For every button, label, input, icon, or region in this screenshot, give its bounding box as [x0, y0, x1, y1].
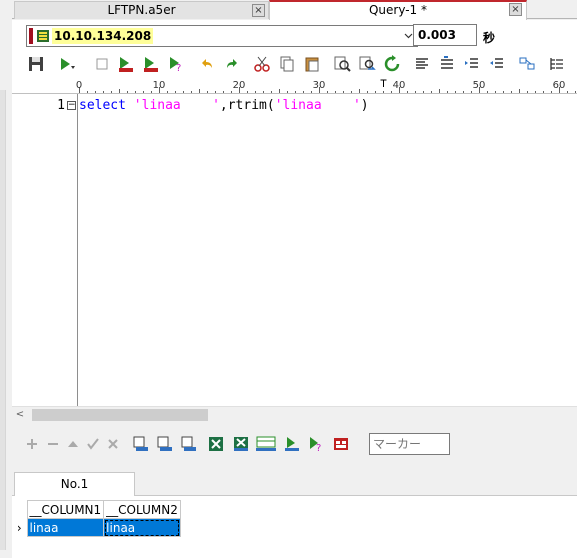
svg-text:?: ?: [316, 443, 321, 452]
header-row: __COLUMN1 __COLUMN2: [12, 500, 181, 519]
tab-lftpn-close-icon[interactable]: ×: [252, 4, 265, 17]
export-csv-grid-icon[interactable]: [133, 436, 149, 454]
code-token: 'linaa ': [274, 98, 361, 113]
result-grid[interactable]: __COLUMN1 __COLUMN2 › linaa linaa: [12, 496, 577, 558]
delete-row-icon[interactable]: [45, 436, 61, 454]
corner-cell: [12, 500, 27, 519]
elapsed-time: 0.003: [413, 24, 477, 46]
current-row-indicator: ›: [12, 518, 27, 537]
column-ruler: 0 10 20 30 40 50 60: [12, 78, 577, 94]
table-row[interactable]: › linaa linaa: [12, 518, 181, 537]
refresh-icon[interactable]: [383, 55, 401, 75]
connection-select[interactable]: 10.10.134.208: [26, 25, 418, 47]
export-tsv-grid-icon[interactable]: [157, 436, 173, 454]
undo-icon[interactable]: [198, 55, 216, 75]
cut-icon[interactable]: [253, 55, 271, 75]
result-tabs: No.1: [12, 472, 577, 496]
code-token: ): [360, 98, 369, 113]
tab-lftpn[interactable]: LFTPN.a5er ×: [14, 1, 269, 19]
left-panel-edge: [0, 90, 6, 550]
run-icon[interactable]: [57, 55, 75, 75]
add-row-icon[interactable]: [24, 436, 40, 454]
unindent-icon[interactable]: [488, 55, 506, 75]
ruler-label: 10: [153, 80, 166, 91]
tab-result-1[interactable]: No.1: [14, 472, 135, 496]
export-a5m-icon[interactable]: [117, 55, 135, 75]
form-view-icon[interactable]: [333, 436, 349, 454]
chevron-down-icon[interactable]: [404, 31, 413, 40]
tab-query-1-close-icon[interactable]: ×: [509, 3, 522, 16]
move-up-icon[interactable]: [65, 436, 81, 454]
paste-icon[interactable]: [303, 55, 321, 75]
fold-toggle-icon[interactable]: −: [67, 101, 76, 110]
document-tabs: LFTPN.a5er × Query-1 * ×: [12, 0, 577, 20]
column-header[interactable]: __COLUMN2: [103, 500, 181, 519]
sql-editor[interactable]: 1 − select 'linaa ',rtrim('linaa '): [12, 94, 577, 406]
code-line[interactable]: select 'linaa ',rtrim('linaa '): [79, 98, 369, 114]
cancel-icon[interactable]: [105, 436, 121, 454]
line-gutter: 1 −: [12, 94, 78, 406]
connection-address: 10.10.134.208: [52, 28, 154, 44]
left-strip: [0, 0, 12, 558]
grid-toolbar: ?: [12, 424, 577, 464]
ruler-label: 20: [233, 80, 246, 91]
result-table: __COLUMN1 __COLUMN2 › linaa linaa: [12, 500, 181, 537]
explain-icon[interactable]: ?: [167, 55, 185, 75]
ruler-scale: 0 10 20 30 40 50 60: [76, 79, 576, 93]
table-cell[interactable]: linaa: [26, 518, 105, 537]
ruler-label: 0: [76, 80, 82, 91]
export-excel-icon[interactable]: [208, 436, 224, 454]
connection-color-marker: [29, 28, 33, 44]
tab-query-1[interactable]: Query-1 * ×: [269, 0, 527, 20]
tab-lftpn-label: LFTPN.a5er: [107, 3, 176, 17]
redo-icon[interactable]: [223, 55, 241, 75]
export-a5m-grid-icon[interactable]: [284, 436, 300, 454]
stop-icon[interactable]: [93, 55, 111, 75]
svg-text:?: ?: [176, 63, 181, 73]
code-token: 'linaa ': [133, 98, 220, 113]
editor-horizontal-scrollbar[interactable]: <: [12, 406, 577, 423]
elapsed-time-unit: 秒: [483, 31, 496, 45]
format-icon[interactable]: [438, 55, 456, 75]
save-icon[interactable]: [27, 55, 45, 75]
export-csv-icon[interactable]: [142, 55, 160, 75]
align-left-icon[interactable]: [413, 55, 431, 75]
column-header[interactable]: __COLUMN1: [26, 500, 105, 519]
find-icon[interactable]: [333, 55, 351, 75]
copy-icon[interactable]: [278, 55, 296, 75]
ruler-label: 60: [553, 80, 566, 91]
commit-icon[interactable]: [85, 436, 101, 454]
connection-row: 10.10.134.208 0.003 秒: [12, 20, 577, 52]
scroll-left-icon[interactable]: <: [14, 409, 26, 421]
ruler-label: 30: [313, 80, 326, 91]
tab-query-1-label: Query-1 *: [368, 3, 428, 17]
export-html-icon[interactable]: [255, 436, 277, 454]
marker-input[interactable]: [369, 433, 450, 455]
code-token: ,rtrim(: [219, 98, 275, 113]
export-xml-grid-icon[interactable]: [181, 436, 197, 454]
code-token: select: [79, 98, 126, 113]
ruler-label: 50: [473, 80, 486, 91]
scroll-thumb[interactable]: [32, 409, 208, 421]
ruler-caret-marker: [380, 79, 387, 87]
export-excel-all-icon[interactable]: [233, 436, 249, 454]
indent-icon[interactable]: [463, 55, 481, 75]
layout-icon[interactable]: [518, 55, 536, 75]
line-number: 1: [57, 98, 65, 113]
tree-icon[interactable]: [548, 55, 566, 75]
database-icon: [37, 30, 49, 42]
explain-grid-icon[interactable]: ?: [308, 436, 324, 454]
editor-toolbar: ?: [12, 52, 577, 78]
table-cell[interactable]: linaa: [103, 518, 181, 537]
ruler-label: 40: [393, 80, 406, 91]
replace-icon[interactable]: [358, 55, 376, 75]
